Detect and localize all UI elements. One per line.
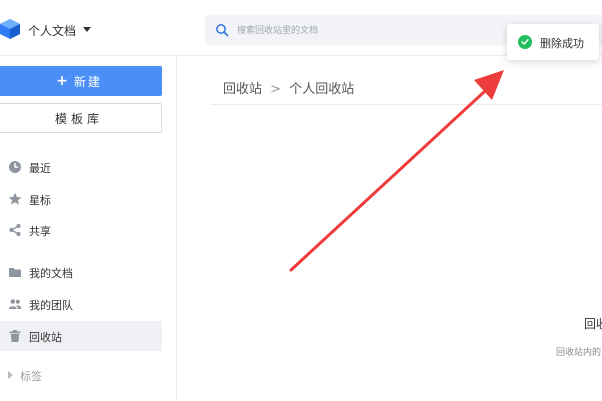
breadcrumb-item-personal-trash: 个人回收站 [289, 82, 355, 97]
sidebar-item-label: 星标 [29, 194, 51, 207]
sidebar-item-label: 回收站 [29, 331, 62, 344]
sidebar: + 新建 模板库 最近 星标 共享 我的文档 我的团队 回收站 标签 [0, 56, 177, 401]
search-icon [216, 24, 229, 37]
sidebar-item-shared[interactable]: 共享 [0, 215, 162, 245]
new-button[interactable]: + 新建 [0, 66, 162, 96]
chevron-right-icon [8, 371, 13, 379]
clock-icon [9, 161, 21, 173]
new-button-label: 新建 [73, 74, 102, 89]
sidebar-item-my-documents[interactable]: 我的文档 [0, 257, 162, 287]
plus-icon: + [56, 73, 70, 89]
search-placeholder: 搜索回收站里的文档 [237, 26, 319, 36]
breadcrumb: 回收站 > 个人回收站 [223, 78, 358, 97]
folder-icon [9, 268, 21, 277]
sidebar-item-label: 共享 [29, 225, 51, 238]
check-circle-icon [518, 35, 532, 49]
success-toast: 删除成功 [507, 24, 599, 60]
workspace-title[interactable]: 个人文档 [28, 22, 76, 39]
team-icon [8, 299, 22, 309]
star-icon [8, 192, 22, 205]
empty-state-subtitle: 回收站内的 [556, 348, 602, 358]
share-icon [9, 223, 21, 237]
trash-icon [9, 330, 21, 342]
sidebar-tags-toggle[interactable]: 标签 [0, 360, 162, 390]
main-divider [211, 104, 602, 105]
sidebar-item-recent[interactable]: 最近 [0, 152, 162, 182]
tags-label: 标签 [20, 370, 42, 383]
empty-state-title: 回收站 [584, 317, 602, 331]
sidebar-item-label: 我的团队 [29, 299, 73, 312]
toast-message: 删除成功 [540, 37, 584, 50]
sidebar-item-my-team[interactable]: 我的团队 [0, 289, 162, 319]
template-library-button[interactable]: 模板库 [0, 103, 162, 133]
breadcrumb-item-trash[interactable]: 回收站 [223, 82, 262, 97]
sidebar-item-starred[interactable]: 星标 [0, 184, 162, 214]
sidebar-item-label: 最近 [29, 162, 51, 175]
sidebar-item-trash[interactable]: 回收站 [0, 321, 162, 351]
sidebar-item-label: 我的文档 [29, 267, 73, 280]
chevron-down-icon[interactable] [83, 27, 91, 32]
app-logo-icon[interactable] [0, 19, 20, 39]
template-button-label: 模板库 [54, 111, 103, 126]
breadcrumb-separator: > [270, 82, 282, 97]
